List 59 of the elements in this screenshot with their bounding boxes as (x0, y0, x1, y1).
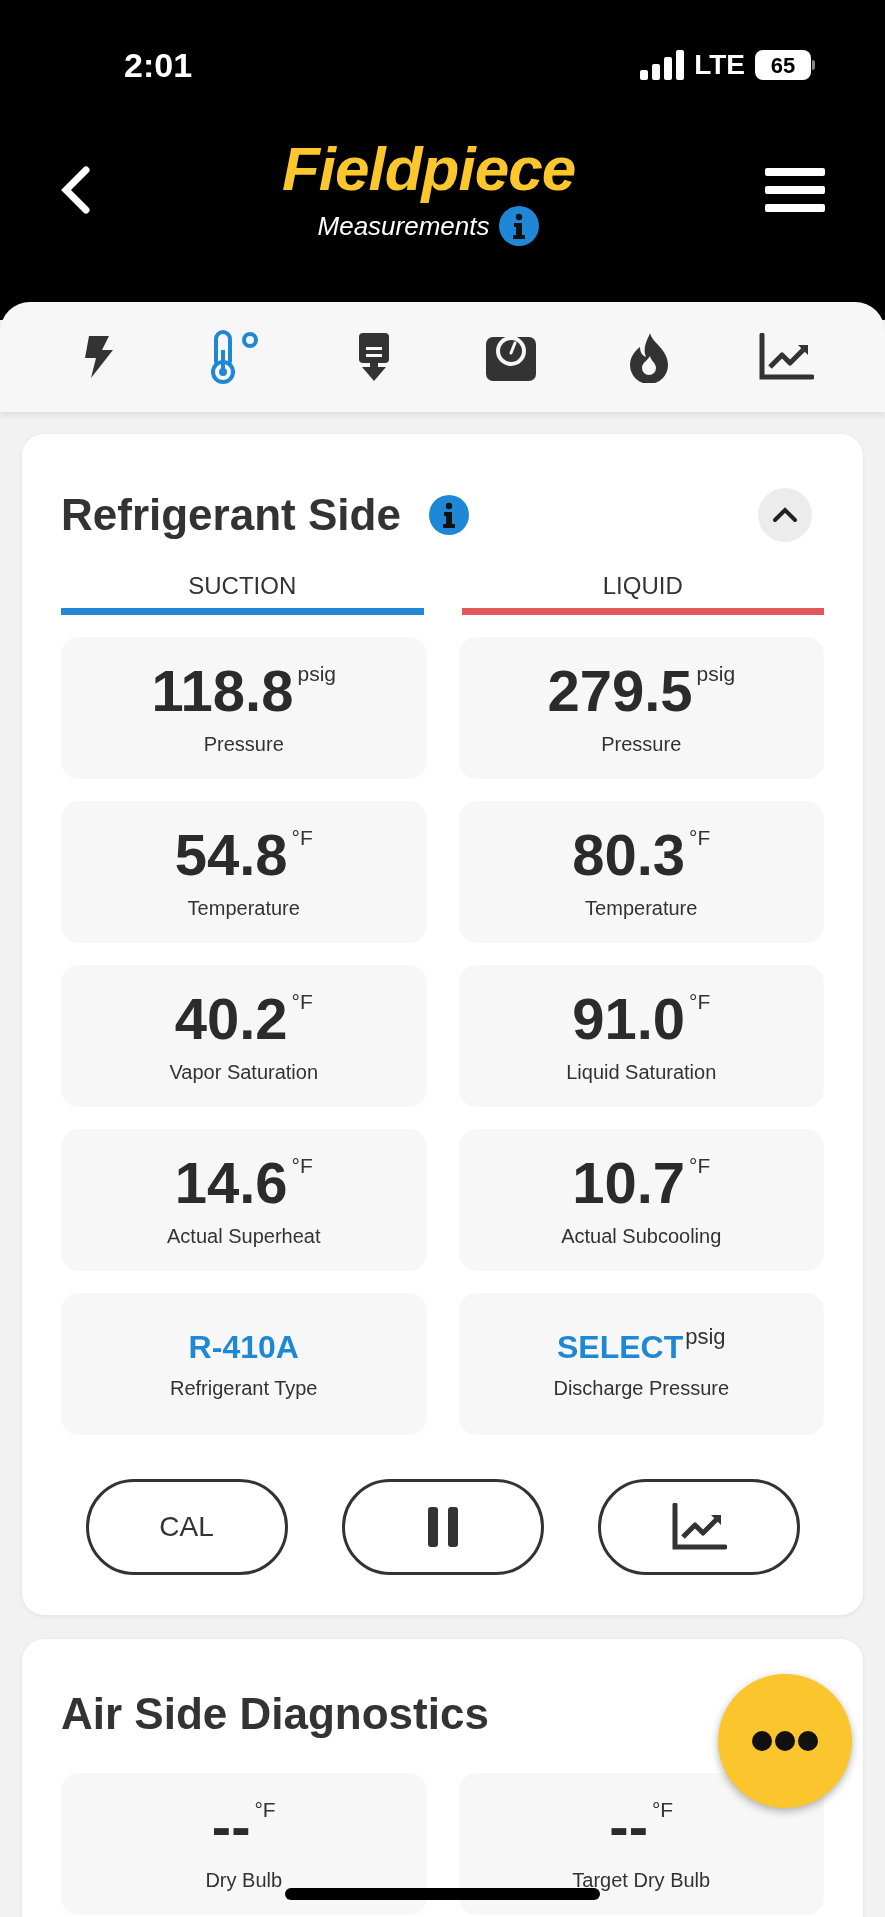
measurement-value: 118.8 (151, 657, 294, 725)
info-icon[interactable] (428, 495, 469, 535)
measurement-tile[interactable]: R-410A Refrigerant Type (61, 1293, 427, 1435)
measurement-value: 279.5 (547, 657, 693, 725)
back-icon[interactable] (60, 166, 92, 214)
measurement-value: 10.7 (572, 1149, 686, 1217)
menu-icon[interactable] (765, 166, 825, 214)
network-label: LTE (694, 48, 745, 82)
measurement-label: Dry Bulb (205, 1868, 283, 1893)
status-time: 2:01 (124, 44, 193, 86)
measurement-value: 80.3 (572, 821, 686, 889)
more-icon (752, 1731, 818, 1751)
measurement-value: 14.6 (174, 1149, 288, 1217)
unit-label: °F (689, 1155, 711, 1176)
line-chart-icon (758, 333, 815, 381)
unit-label: °F (291, 991, 313, 1012)
unit-label: °F (689, 827, 711, 848)
measurement-label: Discharge Pressure (553, 1376, 730, 1401)
column-header: LIQUID (602, 571, 683, 601)
measurement-value: 91.0 (572, 985, 686, 1053)
column-header: SUCTION (188, 571, 297, 601)
measurement-value: -- (609, 1793, 648, 1861)
measurement-label: Refrigerant Type (170, 1376, 318, 1401)
measurement-label: Pressure (203, 732, 284, 757)
unit-label: °F (689, 991, 711, 1012)
measurement-label: Temperature (187, 896, 300, 921)
unit-label: psig (696, 663, 736, 684)
measurement-value: 54.8 (174, 821, 288, 889)
measurement-value: 40.2 (174, 985, 288, 1053)
measurement-value: R-410A (188, 1328, 299, 1367)
unit-label: °F (254, 1799, 276, 1820)
measurement-value: -- (211, 1793, 251, 1861)
measurement-label: Pressure (601, 732, 682, 757)
line-chart-icon (670, 1503, 727, 1551)
measurement-value: SELECT (556, 1328, 684, 1367)
unit-label: psig (685, 1326, 726, 1348)
measurement-label: Target Dry Bulb (572, 1868, 711, 1893)
chart-button[interactable] (597, 1479, 800, 1575)
flame-icon (627, 331, 670, 383)
section-title: Refrigerant Side (61, 489, 401, 541)
unit-label: psig (297, 663, 336, 684)
measurement-label: Liquid Saturation (566, 1060, 717, 1085)
unit-label: °F (291, 827, 313, 848)
section-title: Air Side Diagnostics (61, 1689, 489, 1738)
unit-label: °F (291, 1155, 313, 1176)
pause-button[interactable] (341, 1479, 544, 1575)
unit-label: °F (651, 1799, 674, 1820)
measurement-label: Actual Superheat (167, 1224, 321, 1249)
pause-icon (427, 1507, 458, 1547)
battery-indicator: 65 (755, 50, 815, 80)
probe-down-arrow-icon (356, 331, 391, 383)
brand-logo: Fieldpiece (281, 134, 576, 204)
calibrate-button[interactable]: CAL (85, 1479, 288, 1575)
signal-icon (640, 50, 685, 80)
page-subtitle: Measurements (317, 209, 490, 243)
chevron-icon (772, 507, 798, 523)
measurement-label: Vapor Saturation (169, 1060, 319, 1085)
measurement-label: Temperature (585, 896, 698, 921)
measurement-label: Actual Subcooling (561, 1224, 722, 1249)
